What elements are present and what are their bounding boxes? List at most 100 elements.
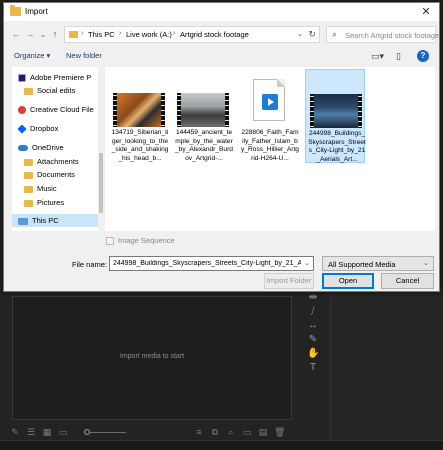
find-icon[interactable]: ⌕: [226, 427, 236, 437]
premiere-icon: [18, 74, 26, 83]
project-media-panel[interactable]: Import media to start: [12, 296, 292, 420]
dialog-titlebar: Import ✕: [4, 3, 439, 21]
breadcrumb-live-work[interactable]: Live work (A:): [126, 30, 172, 39]
folder-icon: [24, 171, 33, 179]
folder-icon: [24, 185, 33, 193]
file-list: 134719_Siberian_tiger_looking_to_the_sid…: [105, 67, 435, 231]
breadcrumb-artgrid-stock-footage[interactable]: Artgrid stock footage: [180, 30, 249, 39]
creative-cloud-icon: [18, 106, 26, 115]
this-pc-icon: [18, 217, 28, 225]
file-name: 134719_Siberian_tiger_looking_to_the_sid…: [111, 129, 169, 162]
new-bin-icon[interactable]: ▭: [242, 427, 252, 437]
icon-view-icon[interactable]: ▦: [42, 427, 52, 437]
file-name: 144459_ancient_temple_by_the_water_by_Al…: [175, 129, 233, 162]
command-toolbar: Organize ▾ New folder ▭▾ ▯ ?: [4, 47, 439, 65]
type-icon[interactable]: T: [307, 362, 319, 374]
back-button[interactable]: ←: [10, 28, 22, 40]
automate-icon[interactable]: ⧉: [210, 427, 220, 437]
new-item-icon[interactable]: ▤: [258, 427, 268, 437]
file-name: 228806_Faith_Family_Father_Islam_by_Ross…: [241, 129, 299, 162]
sidebar-item-adobe-premiere[interactable]: Adobe Premiere P: [12, 71, 98, 84]
chevron-right-icon: ›: [119, 30, 122, 37]
refresh-icon[interactable]: ↻: [308, 29, 316, 40]
help-icon[interactable]: ?: [417, 50, 429, 62]
ripple-edit-icon[interactable]: ⇹: [307, 292, 319, 304]
play-icon: [262, 94, 278, 110]
import-media-message: Import media to start: [119, 353, 185, 360]
video-thumbnail: [113, 93, 165, 127]
hand-icon[interactable]: ✋: [307, 348, 319, 360]
organize-button[interactable]: Organize ▾: [14, 51, 50, 60]
close-icon[interactable]: ✕: [419, 5, 433, 19]
scrollbar-thumb[interactable]: [99, 153, 103, 213]
cancel-button[interactable]: Cancel: [381, 273, 434, 289]
up-button[interactable]: ↑: [49, 28, 61, 40]
sidebar-item-pictures[interactable]: Pictures: [12, 196, 98, 209]
open-button[interactable]: Open: [322, 273, 374, 289]
file-type-value: All Supported Media: [328, 260, 396, 269]
sidebar-item-creative-cloud[interactable]: Creative Cloud File: [12, 103, 98, 116]
dialog-title: Import: [25, 7, 48, 16]
sort-icon[interactable]: ≡: [194, 427, 204, 437]
sidebar-item-music[interactable]: Music: [12, 182, 98, 195]
recent-locations-button[interactable]: ⌄: [37, 28, 49, 40]
tools-panel: ⇹ ⧸ ↔ ✎ ✋ T: [300, 290, 326, 390]
zoom-slider-track[interactable]: [86, 432, 126, 433]
search-box[interactable]: ⌕ Search Artgrid stock footage: [326, 26, 439, 43]
status-bar: [0, 440, 443, 450]
file-item[interactable]: 134719_Siberian_tiger_looking_to_the_sid…: [109, 69, 169, 163]
navigation-bar: ← → ⌄ ↑ › This PC › Live work (A:) › Art…: [4, 23, 439, 45]
sidebar-item-dropbox[interactable]: Dropbox: [12, 122, 98, 135]
chevron-down-icon: ⌄: [423, 260, 429, 267]
sidebar-item-social-edits[interactable]: Social edits: [12, 84, 98, 97]
slip-icon[interactable]: ↔: [307, 320, 319, 332]
pencil-icon[interactable]: ✎: [10, 427, 20, 437]
freeform-view-icon[interactable]: ▭: [58, 427, 68, 437]
video-thumbnail: [310, 94, 362, 128]
program-monitor-area: [330, 290, 443, 450]
folder-icon: [24, 199, 33, 207]
file-item-selected[interactable]: 244998_Buildings_Skyscrapers_Streets_Cit…: [305, 69, 366, 163]
import-dialog: Import ✕ ← → ⌄ ↑ › This PC › Live work (…: [3, 2, 440, 292]
chevron-right-icon: ›: [81, 30, 84, 37]
import-folder-button[interactable]: Import Folder: [264, 273, 314, 289]
navigation-scrollbar[interactable]: [98, 67, 104, 231]
view-options-icon[interactable]: ▭▾: [371, 50, 384, 62]
video-thumbnail: [177, 93, 229, 127]
file-item[interactable]: 228806_Faith_Family_Father_Islam_by_Ross…: [239, 69, 299, 163]
breadcrumb-this-pc[interactable]: This PC: [88, 30, 115, 39]
dropbox-icon: [17, 124, 27, 134]
sidebar-item-this-pc[interactable]: This PC: [12, 214, 98, 227]
navigation-pane: Adobe Premiere P Social edits Creative C…: [12, 67, 98, 231]
checkbox-icon: [106, 237, 114, 246]
video-file-icon: [253, 79, 285, 121]
sidebar-item-attachments[interactable]: Attachments: [12, 155, 98, 168]
razor-icon[interactable]: ⧸: [307, 306, 319, 318]
preview-pane-icon[interactable]: ▯: [396, 50, 401, 62]
onedrive-icon: [18, 145, 28, 152]
sidebar-item-documents[interactable]: Documents: [12, 168, 98, 181]
project-panel-footer: ✎ ☰ ▦ ▭ ≡ ⧉ ⌕ ▭ ▤ 🗑: [6, 424, 296, 440]
search-input[interactable]: Search Artgrid stock footage: [345, 31, 439, 40]
pen-icon[interactable]: ✎: [307, 334, 319, 346]
sidebar-item-onedrive[interactable]: OneDrive: [12, 141, 98, 154]
address-bar[interactable]: › This PC › Live work (A:) › Artgrid sto…: [64, 26, 320, 43]
search-icon: ⌕: [332, 29, 338, 39]
chevron-right-icon: ›: [173, 30, 176, 37]
file-name-input[interactable]: 244998_Buildings_Skyscrapers_Streets_Cit…: [109, 256, 314, 271]
file-item[interactable]: 144459_ancient_temple_by_the_water_by_Al…: [173, 69, 233, 163]
file-name: 244998_Buildings_Skyscrapers_Streets_Cit…: [308, 130, 366, 163]
file-type-select[interactable]: All Supported Media ⌄: [322, 256, 434, 271]
file-name-value: 244998_Buildings_Skyscrapers_Streets_Cit…: [113, 260, 301, 267]
trash-icon[interactable]: 🗑: [274, 427, 285, 437]
folder-icon: [10, 5, 21, 16]
new-folder-button[interactable]: New folder: [66, 51, 102, 60]
folder-icon: [24, 158, 33, 166]
forward-button[interactable]: →: [24, 28, 36, 40]
chevron-down-icon[interactable]: ⌄: [297, 30, 303, 38]
zoom-slider-handle[interactable]: [84, 429, 90, 435]
image-sequence-checkbox[interactable]: Image Sequence: [106, 236, 175, 246]
list-view-icon[interactable]: ☰: [26, 427, 36, 437]
chevron-down-icon[interactable]: ⌄: [304, 259, 310, 267]
folder-icon: [24, 87, 33, 95]
